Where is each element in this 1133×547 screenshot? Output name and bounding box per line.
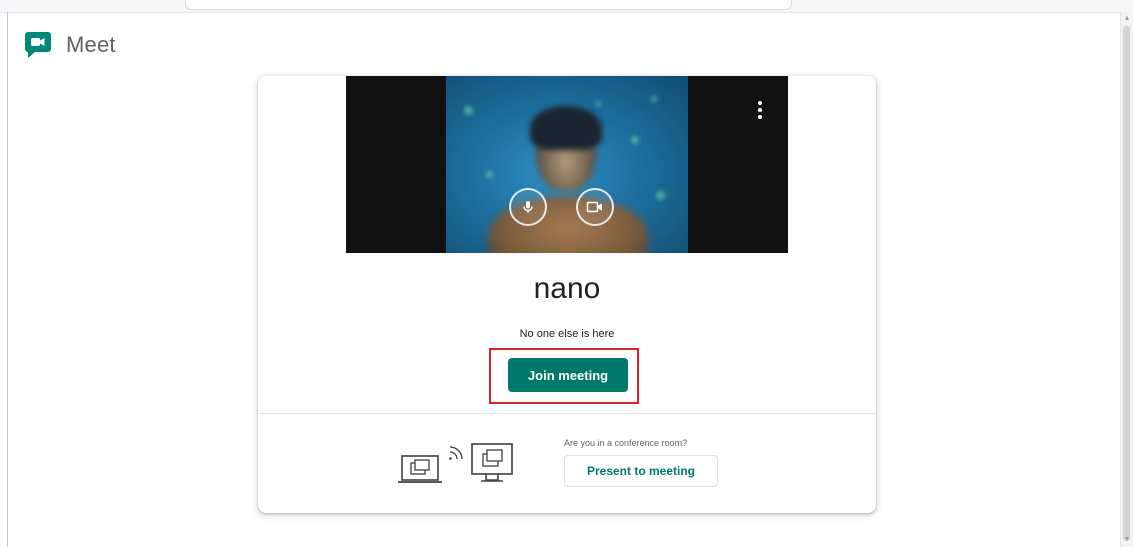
microphone-toggle-button[interactable] — [509, 188, 547, 226]
more-options-button[interactable] — [754, 100, 766, 120]
cast-to-room-illustration-icon — [398, 443, 513, 483]
background-light — [656, 191, 665, 200]
videocam-icon — [586, 201, 602, 213]
more-vert-icon — [758, 101, 762, 105]
background-light — [596, 101, 601, 106]
present-to-meeting-button[interactable]: Present to meeting — [564, 455, 718, 487]
user-display-name: nano — [533, 272, 601, 305]
scrollbar-thumb[interactable] — [1123, 26, 1130, 541]
background-light — [486, 171, 493, 178]
background-light — [464, 106, 473, 115]
app-name: Meet — [66, 32, 116, 57]
more-vert-icon — [758, 108, 762, 112]
scroll-down-arrow-icon[interactable]: ▼ — [1121, 535, 1133, 545]
background-light — [651, 96, 657, 102]
background-light — [631, 136, 639, 144]
pre-join-card: nano No one else is here Join meeting Ar… — [258, 76, 876, 513]
mic-icon — [523, 201, 533, 213]
camera-feed — [446, 76, 688, 253]
meet-page: ▲ ▼ Meet nano No one else is here Join m… — [0, 0, 1133, 547]
participants-status: No one else is here — [519, 328, 615, 340]
join-meeting-button[interactable]: Join meeting — [508, 358, 628, 392]
section-divider — [258, 413, 876, 414]
camera-preview — [346, 76, 788, 253]
camera-toggle-button[interactable] — [576, 188, 614, 226]
meet-logo-icon — [25, 32, 51, 58]
scroll-up-arrow-icon[interactable]: ▲ — [1121, 14, 1133, 24]
meet-brand[interactable]: Meet — [24, 30, 116, 60]
window-left-edge — [7, 12, 8, 547]
person-hair — [530, 106, 602, 150]
browser-address-bar[interactable] — [185, 0, 792, 10]
page-scrollbar[interactable]: ▲ ▼ — [1120, 12, 1133, 547]
conference-room-question: Are you in a conference room? — [564, 438, 688, 448]
browser-top-strip — [0, 0, 1133, 13]
more-vert-icon — [758, 115, 762, 119]
